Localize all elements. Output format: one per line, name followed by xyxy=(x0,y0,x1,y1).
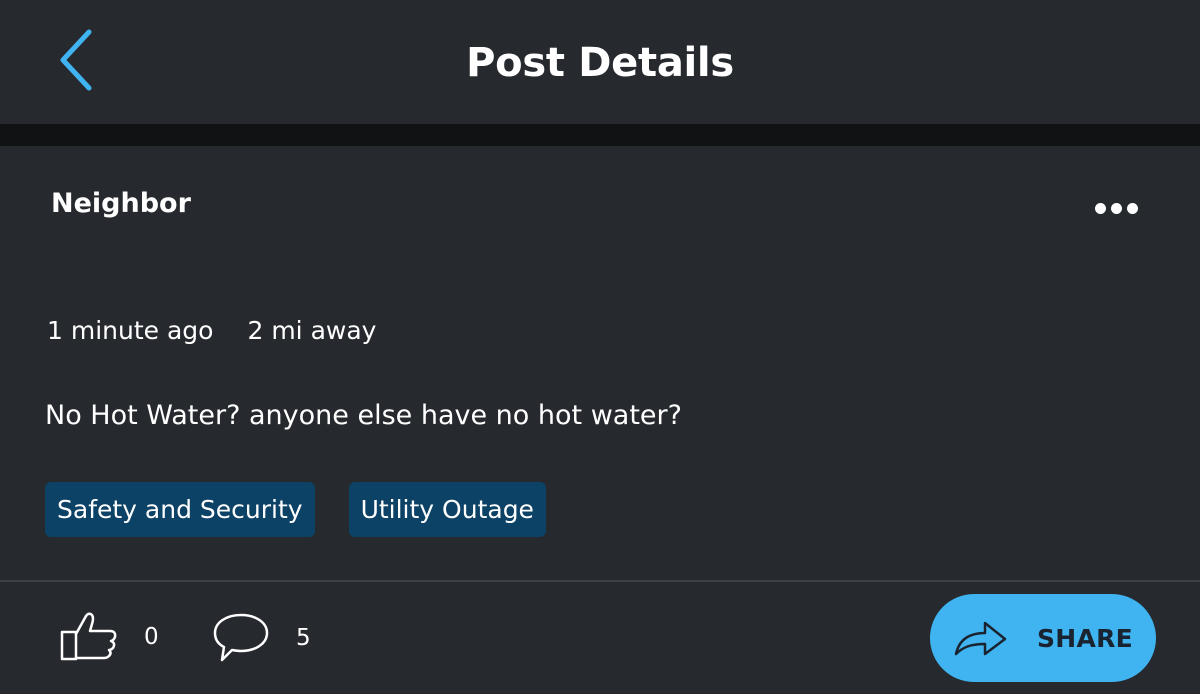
share-button[interactable]: SHARE xyxy=(930,594,1156,682)
more-horizontal-icon-dot xyxy=(1110,202,1122,214)
comment-count: 5 xyxy=(296,625,311,651)
more-horizontal-icon-dot xyxy=(1126,202,1138,214)
comment-button[interactable]: 5 xyxy=(212,612,311,664)
post-time: 1 minute ago xyxy=(47,316,214,345)
share-arrow-icon xyxy=(954,621,1007,656)
tag-utility-outage[interactable]: Utility Outage xyxy=(348,482,546,537)
more-horizontal-icon xyxy=(1094,202,1106,214)
more-options-button[interactable] xyxy=(1084,188,1148,228)
like-count: 0 xyxy=(144,624,159,650)
back-button[interactable] xyxy=(40,24,110,96)
comment-bubble-icon xyxy=(213,613,269,662)
thumbs-up-icon xyxy=(60,612,117,661)
post-card: Neighbor 1 minute ago 2 mi away No Hot W… xyxy=(0,146,1200,580)
top-bar: Post Details xyxy=(0,0,1200,124)
tag-safety-and-security[interactable]: Safety and Security xyxy=(45,482,315,537)
chevron-left-icon xyxy=(60,29,92,91)
action-bar: 0 5 SHARE xyxy=(0,582,1200,694)
post-meta: 1 minute ago 2 mi away xyxy=(47,316,376,345)
page-title: Post Details xyxy=(466,40,734,86)
header-separator xyxy=(0,124,1200,146)
share-label: SHARE xyxy=(1036,623,1134,653)
like-button[interactable]: 0 xyxy=(60,612,159,662)
post-tags: Safety and Security Utility Outage xyxy=(45,482,546,537)
post-distance: 2 mi away xyxy=(247,316,377,345)
post-body: No Hot Water? anyone else have no hot wa… xyxy=(45,400,682,431)
post-author: Neighbor xyxy=(51,188,191,219)
